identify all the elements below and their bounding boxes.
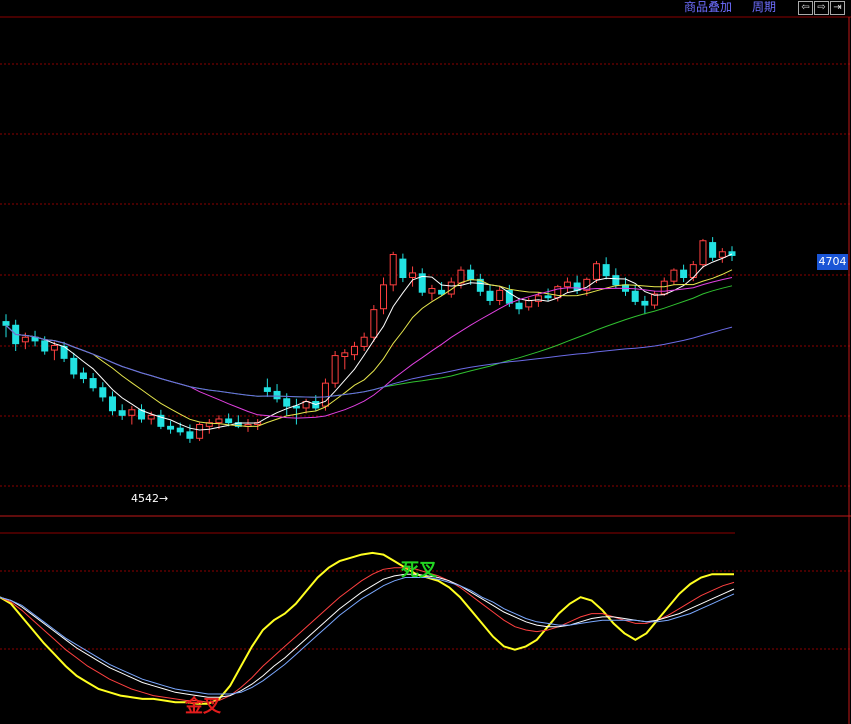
arrow-right-icon[interactable]: ⇨	[814, 1, 829, 15]
candle-body	[709, 242, 717, 258]
candle-body	[428, 288, 436, 294]
candle-body	[89, 378, 97, 389]
period-button[interactable]: 周期	[752, 0, 776, 15]
dead-cross-label: 死叉	[401, 560, 437, 581]
low-price-value: 4542	[131, 492, 159, 505]
candle-body	[486, 290, 494, 301]
candle-body	[612, 275, 620, 286]
candle-body	[331, 355, 339, 384]
grid-lines	[0, 16, 851, 724]
candle-body	[118, 410, 126, 416]
indicator-line	[0, 577, 735, 695]
candle-body	[99, 387, 107, 398]
candle-body	[21, 336, 29, 343]
candle-body	[592, 263, 600, 280]
candle-body	[79, 372, 87, 380]
candle-body	[389, 254, 397, 286]
candle-body	[196, 424, 204, 439]
candle-body	[409, 272, 417, 278]
candle-body	[147, 414, 155, 420]
candle-body	[534, 295, 542, 302]
ma-line	[5, 324, 733, 398]
chart-canvas	[0, 16, 851, 724]
candle-body	[631, 290, 639, 302]
candle-body	[350, 345, 358, 356]
candle-body	[467, 269, 475, 280]
candle-body	[515, 302, 523, 310]
candle-body	[718, 251, 726, 258]
candlestick-series	[2, 237, 736, 443]
candle-body	[457, 269, 465, 284]
indicator-line	[0, 551, 734, 705]
candle-body	[360, 336, 368, 347]
candle-body	[41, 340, 49, 352]
ma-line	[5, 285, 733, 398]
overlay-commodity-button[interactable]: 商品叠加	[684, 0, 732, 15]
candle-body	[341, 352, 349, 358]
candle-body	[544, 295, 552, 299]
candle-body	[215, 418, 223, 424]
candle-body	[602, 264, 610, 277]
candle-body	[50, 344, 58, 351]
indicator-line	[0, 567, 735, 703]
candle-body	[699, 240, 707, 266]
candle-body	[370, 309, 378, 338]
candle-body	[263, 387, 271, 392]
candle-body	[321, 382, 329, 407]
candle-body	[186, 431, 194, 439]
arrow-left-icon[interactable]: ⇦	[798, 1, 813, 15]
candle-body	[438, 289, 446, 295]
candle-body	[167, 425, 175, 430]
candle-body	[283, 398, 291, 407]
last-price-tag: 4704	[817, 254, 848, 270]
candle-body	[128, 409, 136, 416]
candle-body	[660, 280, 668, 295]
candle-body	[176, 427, 184, 433]
candle-body	[225, 418, 233, 424]
candle-body	[108, 396, 116, 412]
candle-body	[2, 321, 10, 326]
gold-cross-label: 金叉	[185, 696, 221, 717]
arrow-end-icon[interactable]: ⇥	[830, 1, 845, 15]
candle-body	[70, 357, 78, 375]
candle-body	[563, 281, 571, 288]
candle-body	[273, 390, 281, 400]
candle-body	[380, 284, 388, 310]
low-price-label: 4542→	[131, 492, 169, 505]
candle-body	[399, 258, 407, 278]
indicator-lines	[0, 551, 735, 705]
candle-body	[670, 269, 678, 282]
candle-body	[496, 289, 504, 301]
candle-body	[680, 269, 688, 278]
candle-body	[525, 299, 533, 308]
indicator-line	[0, 573, 735, 698]
candle-body	[641, 300, 649, 306]
